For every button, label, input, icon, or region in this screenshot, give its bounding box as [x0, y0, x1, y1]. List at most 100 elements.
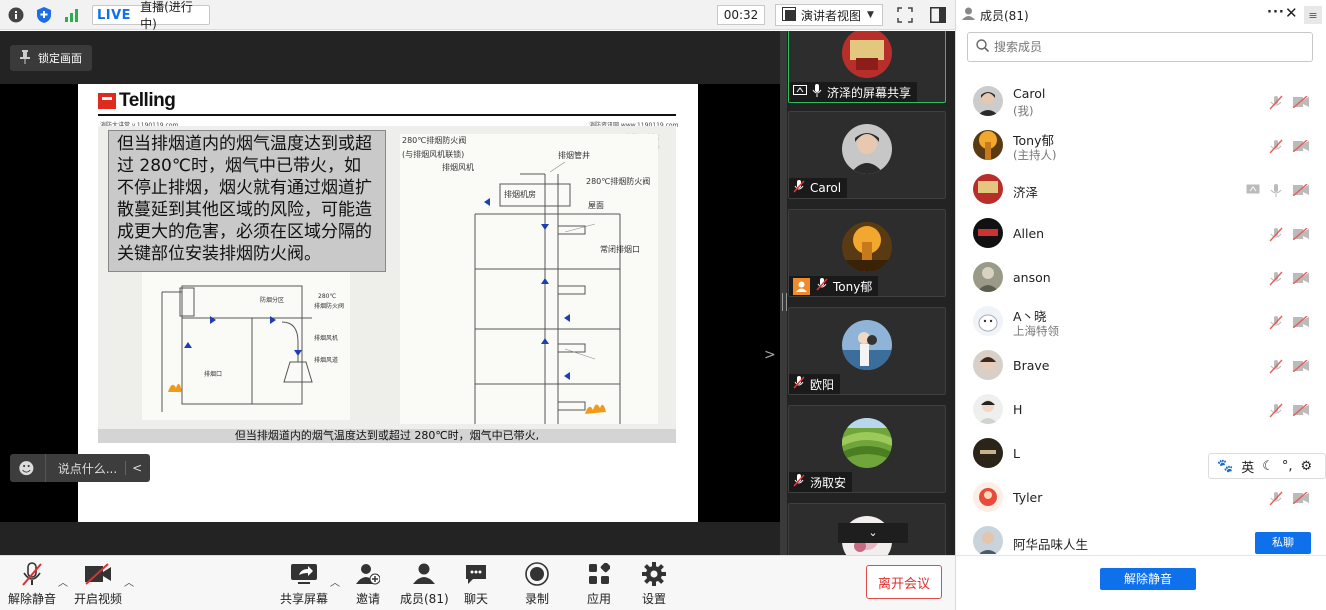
tile-label: Tony郁 — [789, 276, 879, 296]
live-status-badge[interactable]: LIVE 直播(进行中) — [92, 0, 210, 31]
settings-button[interactable]: 设置 — [642, 560, 666, 607]
member-name: Carol — [1013, 86, 1046, 101]
record-icon — [525, 560, 549, 588]
video-off-icon[interactable] — [1292, 315, 1309, 331]
security-shield-icon[interactable] — [35, 6, 53, 24]
paw-icon[interactable]: 🐾 — [1217, 459, 1233, 474]
leave-meeting-button[interactable]: 离开会议 — [866, 565, 942, 599]
bullet-chat-input[interactable]: ☻ 说点什么... < — [10, 454, 150, 482]
video-tile[interactable]: 欧阳 — [788, 307, 946, 395]
video-off-icon[interactable] — [1292, 359, 1309, 375]
tile-name: 济泽的屏幕共享 — [827, 85, 912, 100]
emoji-icon[interactable]: ☻ — [18, 459, 35, 478]
video-off-icon[interactable] — [1292, 491, 1309, 507]
microphone-muted-icon[interactable] — [1269, 139, 1283, 157]
gear-icon[interactable]: ⚙ — [1301, 459, 1313, 474]
members-button[interactable]: 成员(81) — [400, 560, 449, 607]
member-search-field[interactable] — [967, 32, 1313, 62]
diagram-label: 排烟风机 — [314, 334, 338, 342]
fullscreen-icon[interactable] — [896, 6, 914, 24]
toggle-panel-icon[interactable] — [929, 6, 947, 24]
list-item[interactable]: 阿华品味人生 私聊 — [956, 520, 1326, 554]
video-off-icon[interactable] — [1292, 183, 1309, 199]
video-tile[interactable]: Tony郁 — [788, 209, 946, 297]
microphone-muted-icon[interactable] — [1269, 227, 1283, 245]
chevron-up-icon[interactable]: ︿ — [124, 574, 134, 589]
microphone-icon[interactable] — [1269, 183, 1283, 201]
search-input[interactable] — [994, 40, 1294, 54]
more-options-icon[interactable]: ··· — [1267, 5, 1285, 20]
private-chat-button[interactable]: 私聊 — [1255, 532, 1311, 554]
panel-title: 成员(81) — [980, 8, 1029, 23]
share-screen-label: 共享屏幕 — [280, 592, 329, 606]
smoke-riser-diagram: 280℃排烟防火阀 (与排烟风机联锁) 排烟风机 排烟管井 排烟机房 280℃排… — [400, 134, 658, 424]
start-video-button[interactable]: 开启视频 — [74, 560, 122, 607]
list-item[interactable]: Carol (我) — [956, 80, 1326, 124]
chevron-right-icon[interactable]: > — [764, 347, 776, 363]
apps-button[interactable]: 应用 — [587, 560, 611, 607]
video-tile[interactable]: 汤取安 — [788, 405, 946, 493]
video-off-icon[interactable] — [1292, 139, 1309, 155]
speaker-view-icon — [782, 6, 796, 24]
chat-button[interactable]: 聊天 — [464, 560, 488, 607]
list-item[interactable]: Brave — [956, 344, 1326, 388]
resize-handle[interactable] — [780, 31, 787, 555]
list-item[interactable]: A丶晓 上海特领 — [956, 300, 1326, 344]
microphone-muted-icon[interactable] — [1269, 95, 1283, 113]
diagram-label: 280℃ — [318, 293, 336, 300]
video-tile[interactable]: 济泽的屏幕共享 — [788, 31, 946, 103]
scroll-down-button[interactable]: ⌄ — [838, 523, 908, 543]
avatar — [973, 482, 1003, 512]
video-tile[interactable]: Carol — [788, 111, 946, 199]
members-label: 成员(81) — [400, 592, 449, 606]
unmute-all-button[interactable]: 解除静音 — [1100, 568, 1196, 590]
invite-button[interactable]: 邀请 — [356, 560, 380, 607]
ime-toolbar[interactable]: 🐾 英 ☾ °, ⚙ — [1208, 453, 1326, 479]
chevron-left-icon[interactable]: < — [125, 461, 142, 475]
avatar — [842, 418, 892, 468]
microphone-muted-icon[interactable] — [1269, 403, 1283, 421]
diagram-label: 防烟分区 — [260, 296, 284, 304]
video-off-icon[interactable] — [1292, 227, 1309, 243]
unmute-button[interactable]: 解除静音 — [8, 560, 56, 607]
user-icon — [962, 7, 975, 23]
microphone-muted-icon[interactable] — [1269, 315, 1283, 333]
record-button[interactable]: 录制 — [525, 560, 549, 607]
presentation-slide: Telling 消防大讲堂 v.1190119.com 消防资讯网 www.11… — [78, 84, 698, 522]
punctuation-icon[interactable]: °, — [1282, 459, 1293, 474]
close-icon[interactable]: ✕ — [1285, 4, 1298, 22]
avatar — [842, 222, 892, 272]
video-off-icon[interactable] — [1292, 403, 1309, 419]
menu-icon[interactable]: ≡ — [1304, 6, 1322, 24]
microphone-muted-icon[interactable] — [1269, 359, 1283, 377]
ime-language-toggle[interactable]: 英 — [1241, 457, 1254, 476]
list-item[interactable]: Tony郁 (主持人) — [956, 124, 1326, 168]
microphone-muted-icon[interactable] — [1269, 491, 1283, 509]
gear-icon — [642, 560, 666, 588]
moon-icon[interactable]: ☾ — [1262, 459, 1274, 474]
diagram-label: 排烟防火阀 — [314, 302, 344, 310]
list-item[interactable]: Allen — [956, 212, 1326, 256]
chevron-up-icon[interactable]: ︿ — [330, 574, 340, 589]
video-off-icon[interactable] — [1292, 271, 1309, 287]
member-tag: (我) — [1013, 104, 1034, 118]
chevron-up-icon[interactable]: ︿ — [58, 574, 68, 589]
video-off-icon[interactable] — [1292, 95, 1309, 111]
member-name: 阿华品味人生 — [1013, 537, 1089, 552]
diagram-label: 排烟口 — [204, 370, 222, 378]
chat-bubble-icon — [464, 560, 488, 588]
list-item[interactable]: anson — [956, 256, 1326, 300]
diagram-label: 排烟风机 — [442, 162, 474, 172]
logo-mark — [98, 93, 116, 109]
apps-grid-icon — [588, 560, 610, 588]
microphone-muted-icon[interactable] — [1269, 271, 1283, 289]
info-icon[interactable] — [7, 6, 25, 24]
slide-body-text: 但当排烟道内的烟气温度达到或超过 280℃时，烟气中已带火，如不停止排烟，烟火就… — [108, 130, 386, 272]
list-item[interactable]: 济泽 — [956, 168, 1326, 212]
view-mode-dropdown[interactable]: 演讲者视图 ▼ — [775, 4, 883, 26]
list-item[interactable]: Tyler — [956, 476, 1326, 520]
share-screen-button[interactable]: 共享屏幕 — [280, 560, 328, 607]
lock-view-button[interactable]: 锁定画面 — [10, 45, 92, 71]
network-signal-icon[interactable] — [63, 6, 81, 24]
list-item[interactable]: H — [956, 388, 1326, 432]
